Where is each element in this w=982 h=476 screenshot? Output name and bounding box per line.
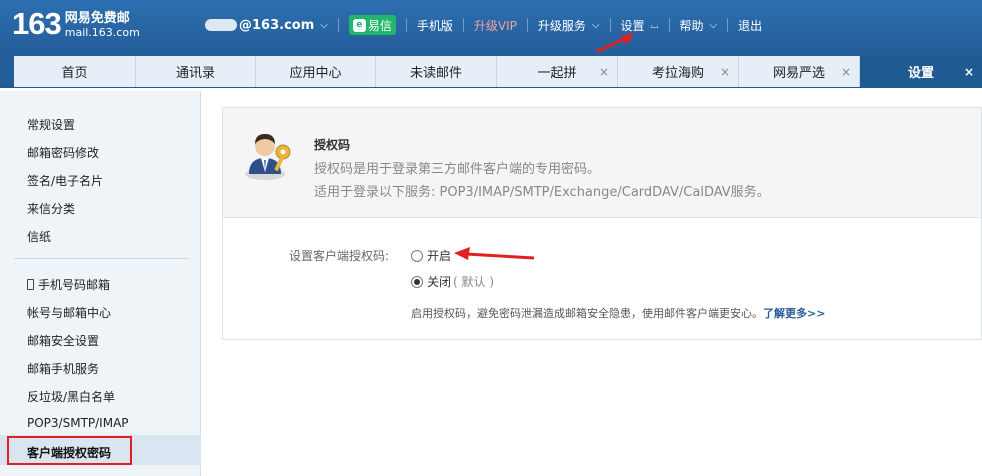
upgrade-service-menu[interactable]: 升级服务 ⌵ (538, 17, 600, 34)
chevron-down-icon: ⌵ (591, 19, 600, 31)
chevron-down-icon: ⌵ (320, 19, 328, 31)
tab-label: 应用中心 (289, 66, 342, 81)
close-icon[interactable]: × (599, 65, 609, 79)
learn-more-link[interactable]: 了解更多>> (763, 307, 825, 320)
sidebar-item-general[interactable]: 常规设置 (27, 116, 75, 133)
tab-label: 未读邮件 (409, 66, 462, 81)
sidebar-item-phone-mailbox[interactable]: 手机号码邮箱 (27, 276, 110, 293)
settings-sidebar: 常规设置 邮箱密码修改 签名/电子名片 来信分类 信纸 手机号码邮箱 帐号与邮箱… (0, 91, 201, 476)
sidebar-item-mobile-service[interactable]: 邮箱手机服务 (27, 360, 99, 377)
radio-disable-label: 关闭 (427, 275, 452, 289)
logo[interactable]: 163 网易免费邮 mail.163.com (12, 7, 140, 41)
logo-number: 163 (12, 6, 62, 41)
tab-bar: 首页 通讯录 应用中心 未读邮件 一起拼 × 考拉海购 × 网易严选 × 设置 × (0, 52, 982, 88)
sidebar-item-security[interactable]: 邮箱安全设置 (27, 332, 99, 349)
tab-kaola[interactable]: 考拉海购 × (618, 56, 739, 87)
auth-code-note: 启用授权码，避免密码泄漏造成邮箱安全隐患，使用邮件客户端更安心。了解更多>> (411, 305, 825, 321)
logo-domain: mail.163.com (64, 26, 140, 39)
tab-unread[interactable]: 未读邮件 (376, 56, 497, 87)
close-icon[interactable]: × (720, 65, 730, 79)
tab-yiqipin[interactable]: 一起拼 × (497, 56, 618, 87)
user-key-icon (245, 134, 291, 180)
sidebar-item-mail-filter[interactable]: 来信分类 (27, 200, 75, 217)
help-menu[interactable]: 帮助 ⌵ (680, 17, 718, 34)
sidebar-item-label: 手机号码邮箱 (38, 278, 111, 292)
sidebar-divider (14, 258, 189, 259)
yixin-icon: e (352, 18, 366, 32)
default-hint: ( 默认 ) (453, 275, 495, 289)
close-icon[interactable]: × (841, 65, 851, 79)
phone-icon (27, 279, 34, 290)
radio-enable[interactable]: 开启 (411, 247, 451, 264)
auth-code-info: 授权码 授权码是用于登录第三方邮件客户端的专用密码。 适用于登录以下服务: PO… (223, 108, 981, 218)
top-header: 163 网易免费邮 mail.163.com @163.com ⌵ e 易信 手… (0, 0, 982, 52)
sidebar-item-account-center[interactable]: 帐号与邮箱中心 (27, 304, 111, 321)
sidebar-item-antispam[interactable]: 反垃圾/黑白名单 (27, 388, 115, 405)
tab-label: 设置 (907, 66, 934, 81)
logout-link[interactable]: 退出 (738, 17, 762, 34)
tab-yanxuan[interactable]: 网易严选 × (739, 56, 860, 87)
radio-button[interactable] (411, 249, 423, 262)
radio-disable[interactable]: 关闭 ( 默认 ) (411, 273, 494, 290)
tab-label: 首页 (61, 66, 88, 81)
top-nav: @163.com ⌵ e 易信 手机版 升级VIP 升级服务 ⌵ 设置 ⌴ 帮助 ⌵ … (205, 14, 762, 36)
upgrade-vip-link[interactable]: 升级VIP (474, 17, 517, 34)
sidebar-item-password[interactable]: 邮箱密码修改 (27, 144, 99, 161)
tab-contacts[interactable]: 通讯录 (136, 56, 256, 87)
upgrade-service-label: 升级服务 (537, 18, 586, 33)
yixin-label: 易信 (367, 18, 392, 33)
radio-button-selected[interactable] (411, 275, 423, 288)
user-account-menu[interactable]: @163.com ⌵ (205, 18, 328, 33)
tab-app-center[interactable]: 应用中心 (256, 56, 376, 87)
auth-code-setting-label: 设置客户端授权码: (289, 249, 390, 263)
chevron-up-icon: ⌴ (650, 19, 659, 31)
tab-home[interactable]: 首页 (14, 56, 136, 87)
section-title: 授权码 (314, 138, 351, 152)
user-email: @163.com (239, 17, 315, 33)
close-icon[interactable]: × (964, 65, 974, 79)
masked-username (205, 19, 237, 31)
sidebar-item-pop3-smtp-imap[interactable]: POP3/SMTP/IMAP (27, 416, 129, 430)
tab-label: 一起拼 (537, 66, 577, 81)
tab-label: 考拉海购 (651, 66, 704, 81)
yixin-button[interactable]: e 易信 (348, 15, 396, 35)
section-description: 授权码是用于登录第三方邮件客户端的专用密码。 (314, 162, 601, 177)
section-services: 适用于登录以下服务: POP3/IMAP/SMTP/Exchange/CardD… (314, 185, 770, 200)
help-menu-label: 帮助 (679, 18, 704, 33)
mobile-version-link[interactable]: 手机版 (417, 17, 453, 34)
sidebar-item-stationery[interactable]: 信纸 (27, 228, 51, 245)
logo-title: 网易免费邮 (64, 11, 130, 26)
radio-enable-label: 开启 (427, 249, 452, 263)
auth-code-panel: 授权码 授权码是用于登录第三方邮件客户端的专用密码。 适用于登录以下服务: PO… (222, 107, 982, 340)
sidebar-item-signature[interactable]: 签名/电子名片 (27, 172, 103, 189)
tab-label: 通讯录 (175, 66, 215, 81)
chevron-down-icon: ⌵ (709, 19, 718, 31)
red-arrow-icon (454, 247, 535, 260)
tab-settings[interactable]: 设置 × (860, 56, 982, 87)
tab-label: 网易严选 (772, 66, 825, 81)
note-text: 启用授权码，避免密码泄漏造成邮箱安全隐患，使用邮件客户端更安心。 (411, 307, 763, 320)
red-highlight-box (7, 436, 132, 465)
